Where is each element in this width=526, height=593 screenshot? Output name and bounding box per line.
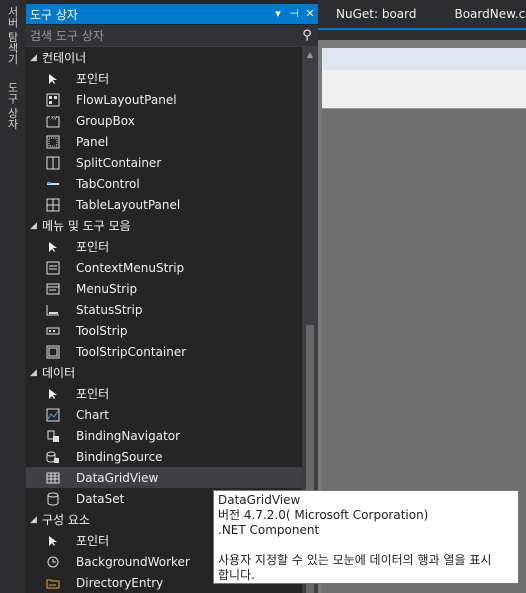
toolbox-item-label: MenuStrip [76,281,138,296]
toolbox-item-label: GroupBox [76,113,135,128]
toolbox-item[interactable]: TabControl [26,173,302,194]
backgroundworker-icon [45,554,61,570]
tooltip-title: DataGridView [218,493,301,507]
pointer-icon [45,239,61,255]
toolbox-item-label: ToolStripContainer [76,344,187,359]
form-caption-bar [322,48,526,70]
toolbox-side-tab[interactable]: 도구 상자 [4,82,20,130]
pointer-icon [45,71,61,87]
toolbox-item[interactable]: BindingSource [26,446,302,467]
tabcontrol-icon [45,176,61,192]
tab-underline [318,28,526,30]
tab-boardnew-cs[interactable]: BoardNew.cs [436,7,526,21]
dropdown-icon[interactable]: ▾ [270,6,286,22]
toolbox-item[interactable]: MenuStrip [26,278,302,299]
side-tab-strip: 서버 탐색기 도구 상자 [0,0,26,593]
pin-icon[interactable]: ⊣ [286,6,302,22]
toolbox-item-label: Chart [76,407,109,422]
form-menu-area [322,70,526,109]
category-label: 데이터 [42,366,76,380]
tooltip-description: 사용자 지정할 수 있는 모눈에 데이터의 행과 열을 표시 [218,553,492,567]
bindingsource-icon [45,449,61,465]
tablelayoutpanel-icon [45,197,61,213]
pointer-icon [45,533,61,549]
toolbox-item-label: ContextMenuStrip [76,260,185,275]
tooltip-description-cont: 합니다. [218,568,255,582]
toolbox-item-label: BindingSource [76,449,163,464]
panel-icon [45,134,61,150]
toolbox-item-label: ToolStrip [76,323,128,338]
collapse-triangle-icon[interactable]: ◢ [30,221,42,231]
toolbox-category[interactable]: ◢ 데이터 [26,362,302,383]
collapse-triangle-icon[interactable]: ◢ [30,53,42,63]
toolbox-item-label: SplitContainer [76,155,162,170]
toolbox-item[interactable]: BindingNavigator [26,425,302,446]
tooltip: DataGridView 버전 4.7.2.0( Microsoft Corpo… [213,490,519,584]
toolbox-item-label: DirectoryEntry [76,575,164,590]
toolbox-title: 도구 상자 [30,7,78,22]
toolbox-item[interactable]: FlowLayoutPanel [26,89,302,110]
toolbox-title-bar: 도구 상자 ▾ ⊣ ✕ [26,4,318,24]
toolbox-item[interactable]: ToolStripContainer [26,341,302,362]
document-tabs: NuGet: board BoardNew.cs [318,0,526,28]
toolbox-item-label: 포인터 [76,72,110,86]
directoryentry-icon [45,575,61,591]
toolbox-item[interactable]: 포인터 [26,236,302,257]
toolbox-item-label: TabControl [76,176,140,191]
collapse-triangle-icon[interactable]: ◢ [30,515,42,525]
toolbox-item-label: DataGridView [76,470,159,485]
category-label: 메뉴 및 도구 모음 [42,219,131,233]
toolbox-item[interactable]: 포인터 [26,68,302,89]
statusstrip-icon [45,302,61,318]
toolstripcontainer-icon [45,344,61,360]
toolbox-item[interactable]: Chart [26,404,302,425]
search-icon[interactable]: ⚲ [296,28,318,43]
toolbox-item[interactable]: 포인터 [26,383,302,404]
toolbox-category[interactable]: ◢ 컨테이너 [26,47,302,68]
dataset-icon [45,491,61,507]
toolbox-item[interactable]: ContextMenuStrip [26,257,302,278]
toolbox-item-label: TableLayoutPanel [76,197,181,212]
scroll-up-icon[interactable]: ▲ [302,47,318,63]
splitcontainer-icon [45,155,61,171]
chart-icon [45,407,61,423]
toolbox-item[interactable]: DataGridView [26,467,302,488]
toolbox-item[interactable]: SplitContainer [26,152,302,173]
toolbox-item[interactable]: StatusStrip [26,299,302,320]
toolbox-item-label: BindingNavigator [76,428,181,443]
collapse-triangle-icon[interactable]: ◢ [30,368,42,378]
close-icon[interactable]: ✕ [302,6,318,22]
svg-text:xy: xy [51,115,57,121]
pointer-icon [45,386,61,402]
toolbox-item-label: 포인터 [76,534,110,548]
toolbox-item-label: BackgroundWorker [76,554,190,569]
toolbox-category[interactable]: ◢ 메뉴 및 도구 모음 [26,215,302,236]
search-input[interactable] [26,27,296,44]
toolbox-search: ⚲ [26,25,318,47]
toolbox-item[interactable]: xy GroupBox [26,110,302,131]
tooltip-version: 버전 4.7.2.0( Microsoft Corporation) [218,508,429,522]
category-label: 구성 요소 [42,513,90,527]
toolbox-item-label: 포인터 [76,387,110,401]
toolbox-item-label: FlowLayoutPanel [76,92,177,107]
server-explorer-tab[interactable]: 서버 탐색기 [4,6,20,65]
toolbox-item[interactable]: Panel [26,131,302,152]
toolbox-item-label: 포인터 [76,240,110,254]
flowlayoutpanel-icon [45,92,61,108]
toolbox-item[interactable]: TableLayoutPanel [26,194,302,215]
toolstrip-icon [45,323,61,339]
groupbox-icon: xy [45,113,61,129]
tab-nuget-board[interactable]: NuGet: board [318,7,436,21]
contextmenustrip-icon [45,260,61,276]
toolbox-item-label: Panel [76,134,109,149]
toolbox-item[interactable]: ToolStrip [26,320,302,341]
tooltip-type: .NET Component [218,523,320,537]
menustrip-icon [45,281,61,297]
category-label: 컨테이너 [42,51,87,65]
toolbox-item-label: StatusStrip [76,302,143,317]
bindingnavigator-icon [45,428,61,444]
toolbox-item-label: DataSet [76,491,125,506]
datagridview-icon [45,470,61,486]
